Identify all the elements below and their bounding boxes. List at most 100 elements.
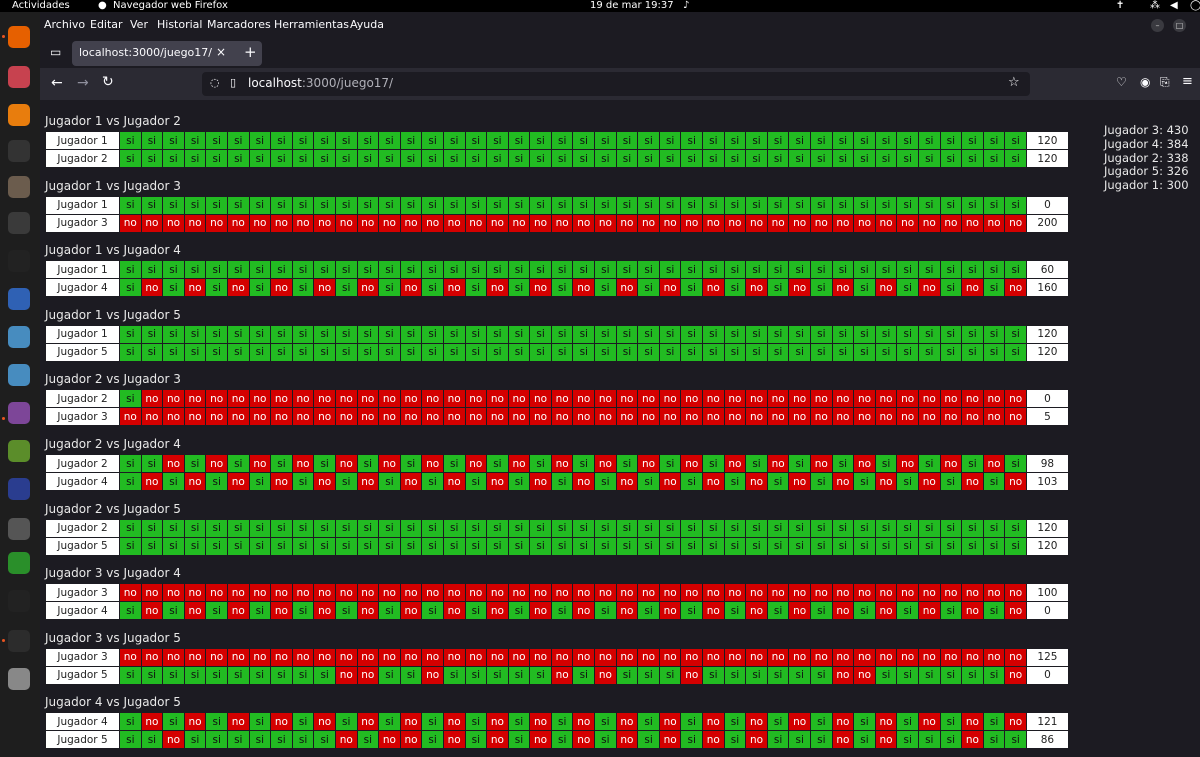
move-no-cell: no [680,213,704,233]
move-no-cell: no [550,583,574,603]
menu-editar[interactable]: Editar [90,18,123,31]
menu-archivo[interactable]: Archivo [44,18,85,31]
move-si-cell: si [486,131,509,150]
tab-juego17[interactable]: localhost:3000/juego17/ × [72,41,262,66]
move-si-cell: si [226,730,250,750]
move-no-cell: no [183,472,207,491]
account-icon[interactable]: ◉ [1140,75,1150,89]
maximize-button[interactable]: □ [1173,19,1186,32]
power-icon[interactable]: ◯ [1190,0,1200,12]
player-score: 0 [1025,601,1069,621]
move-si-cell: si [1004,149,1027,168]
move-no-cell: no [399,583,423,603]
match-block: Jugador 1 vs Jugador 4 Jugador 1 si si si si s… [45,243,1069,298]
move-no-cell: no [529,407,552,427]
move-no-cell: no [442,601,466,621]
menu-herramientas[interactable]: Herramientas [274,18,349,31]
vim-icon[interactable] [8,518,30,540]
move-si-cell: si [140,536,164,556]
move-si-cell: si [658,324,682,344]
move-si-cell: si [464,131,488,150]
vscode-icon[interactable] [8,212,30,234]
virtualbox-icon[interactable] [8,288,30,310]
menu-marcadores[interactable]: Marcadores [207,18,271,31]
godot-engine-icon[interactable] [8,364,30,386]
player-score: 120 [1025,149,1069,168]
app-menu[interactable]: Navegador web Firefox [113,0,228,12]
move-no-cell: no [961,583,984,603]
files-icon[interactable] [8,66,30,88]
move-si-cell: si [961,195,984,215]
match-block: Jugador 1 vs Jugador 3 Jugador 1 si si si si s… [45,179,1069,233]
seq24-icon[interactable] [8,250,30,272]
move-no-cell: no [917,389,941,409]
move-si-cell: si [334,324,358,344]
move-si-cell: si [615,342,639,362]
move-si-cell: si [162,278,185,298]
bookmark-star-icon[interactable]: ☆ [1008,75,1020,90]
volume-icon[interactable]: ◀ [1170,0,1178,12]
linux-icon[interactable] [8,590,30,612]
menu-ver[interactable]: Ver [130,18,148,31]
move-no-cell: no [1004,472,1027,491]
move-si-cell: si [680,518,704,538]
firefox-view-icon[interactable]: ▭ [50,45,61,59]
player-score: 120 [1025,518,1069,538]
shield-icon[interactable]: ◌ [210,76,220,89]
url-bar[interactable]: ◌ ▯ localhost:3000/juego17/ ☆ [202,72,1030,96]
page-icon[interactable]: ▯ [230,76,236,89]
player-score: 5 [1025,407,1069,427]
move-si-cell: si [1004,260,1027,280]
move-si-cell: si [766,131,790,150]
move-no-cell: no [874,730,898,750]
extensions-icon[interactable]: ⎘ [1160,75,1170,90]
network-icon[interactable]: ⁂ [1150,0,1160,12]
inkscape-icon[interactable] [8,140,30,162]
reload-icon[interactable]: ↻ [102,74,114,90]
move-no-cell: no [874,472,898,491]
inkscape-triangle-icon[interactable] [8,478,30,500]
godot-icon[interactable] [8,326,30,348]
apps-grid-icon[interactable] [8,720,30,742]
tor-icon[interactable] [8,402,30,424]
menu-historial[interactable]: Historial [157,18,202,31]
tab-close-icon[interactable]: × [216,45,226,59]
move-si-cell: si [291,278,315,298]
minimize-button[interactable]: – [1151,19,1164,32]
minetest-icon[interactable] [8,440,30,462]
menu-ayuda[interactable]: Ayuda [350,18,384,31]
move-si-cell: si [939,195,963,215]
move-si-cell: si [810,260,833,280]
activities-button[interactable]: Actividades [12,0,70,12]
move-no-cell: no [399,712,423,732]
move-si-cell: si [291,518,315,538]
player-name: Jugador 3 [45,407,120,427]
firefox-icon[interactable] [8,26,30,48]
move-no-cell: no [594,389,617,409]
new-tab-button[interactable]: + [244,43,257,61]
disk-icon[interactable] [8,668,30,690]
accessibility-icon[interactable]: ✝ [1116,0,1124,12]
move-si-cell: si [572,149,596,168]
menu-hamburger-icon[interactable]: ≡ [1182,74,1193,89]
move-si-cell: si [831,195,855,215]
forward-icon[interactable]: → [77,75,89,91]
terminal-icon[interactable] [8,630,30,652]
move-si-cell: si [831,324,855,344]
gimp-icon[interactable] [8,176,30,198]
move-si-cell: si [810,149,833,168]
move-si-cell: si [507,342,531,362]
clock[interactable]: 19 de mar 19:37 [590,0,674,12]
move-no-cell: no [572,472,596,491]
match-title: Jugador 2 vs Jugador 3 [45,372,181,387]
blender-icon[interactable] [8,104,30,126]
move-no-cell: no [615,712,639,732]
move-si-cell: si [896,601,919,621]
pocket-icon[interactable]: ♡ [1116,75,1127,89]
back-icon[interactable]: ← [51,75,63,91]
move-si-cell: si [162,601,185,621]
player-name: Jugador 5 [45,536,120,556]
move-no-cell: no [1004,278,1027,298]
move-no-cell: no [550,389,574,409]
circuit-icon[interactable] [8,552,30,574]
